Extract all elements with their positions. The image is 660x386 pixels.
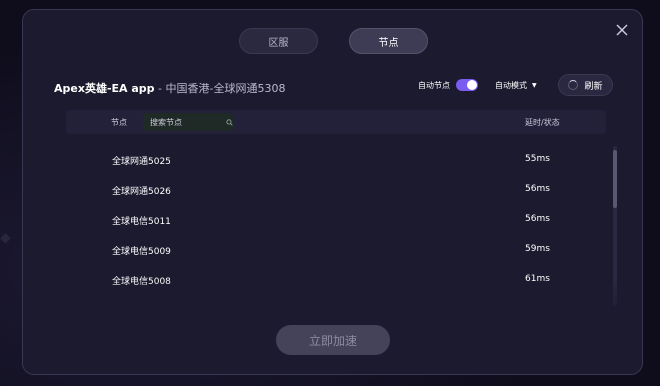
node-selection-dialog: 区服 节点 Apex英雄-EA app - 中国香港-全球网通5308 自动节点… [22, 9, 643, 375]
auto-node-toggle[interactable] [456, 79, 478, 91]
search-icon[interactable] [226, 118, 233, 127]
background-decoration: ◆ [0, 230, 11, 246]
column-header-latency: 延时/状态 [525, 118, 560, 127]
node-name: 全球网通5026 [112, 187, 171, 197]
search-box [143, 113, 233, 131]
node-name: 全球网通5025 [112, 157, 171, 167]
node-latency: 56ms [525, 214, 550, 224]
table-header: 节点 延时/状态 [66, 110, 606, 134]
current-node: 中国香港-全球网通5308 [165, 82, 286, 95]
page-title: Apex英雄-EA app - 中国香港-全球网通5308 [54, 80, 285, 96]
close-icon[interactable] [614, 22, 630, 38]
auto-node-control: 自动节点 [418, 79, 478, 91]
node-name: 全球电信5009 [112, 247, 171, 257]
list-item[interactable]: 全球电信5011 56ms [66, 203, 606, 233]
scrollbar-thumb[interactable] [613, 150, 617, 208]
toggle-knob [467, 80, 477, 90]
tab-node[interactable]: 节点 [349, 28, 428, 54]
list-item[interactable]: 全球电信5008 61ms [66, 263, 606, 293]
search-input[interactable] [150, 117, 206, 127]
node-latency: 55ms [525, 154, 550, 164]
list-item[interactable]: 全球网通5025 55ms [66, 143, 606, 173]
node-latency: 59ms [525, 244, 550, 254]
list-item[interactable]: 全球网通5026 56ms [66, 173, 606, 203]
title-separator: - [154, 82, 166, 95]
caret-down-icon: ▼ [532, 82, 537, 89]
column-header-node: 节点 [111, 118, 127, 127]
auto-node-label: 自动节点 [418, 80, 450, 90]
tab-bar: 区服 节点 [239, 28, 428, 54]
loading-spinner-icon [568, 80, 579, 90]
refresh-label: 刷新 [584, 81, 603, 92]
node-name: 全球电信5008 [112, 277, 171, 287]
node-latency: 61ms [525, 274, 550, 284]
node-name: 全球电信5011 [112, 217, 171, 227]
node-list: 全球网通5025 55ms 全球网通5026 56ms 全球电信5011 56m… [66, 143, 606, 293]
list-scrollbar[interactable] [613, 146, 617, 306]
tab-server[interactable]: 区服 [239, 28, 318, 54]
node-latency: 56ms [525, 184, 550, 194]
list-item[interactable]: 全球电信5009 59ms [66, 233, 606, 263]
accelerate-button[interactable]: 立即加速 [276, 325, 390, 355]
mode-dropdown[interactable]: 自动模式 ▼ [495, 80, 537, 91]
refresh-button[interactable]: 刷新 [558, 74, 613, 96]
mode-label: 自动模式 [495, 81, 527, 90]
game-name: Apex英雄-EA app [54, 82, 155, 95]
